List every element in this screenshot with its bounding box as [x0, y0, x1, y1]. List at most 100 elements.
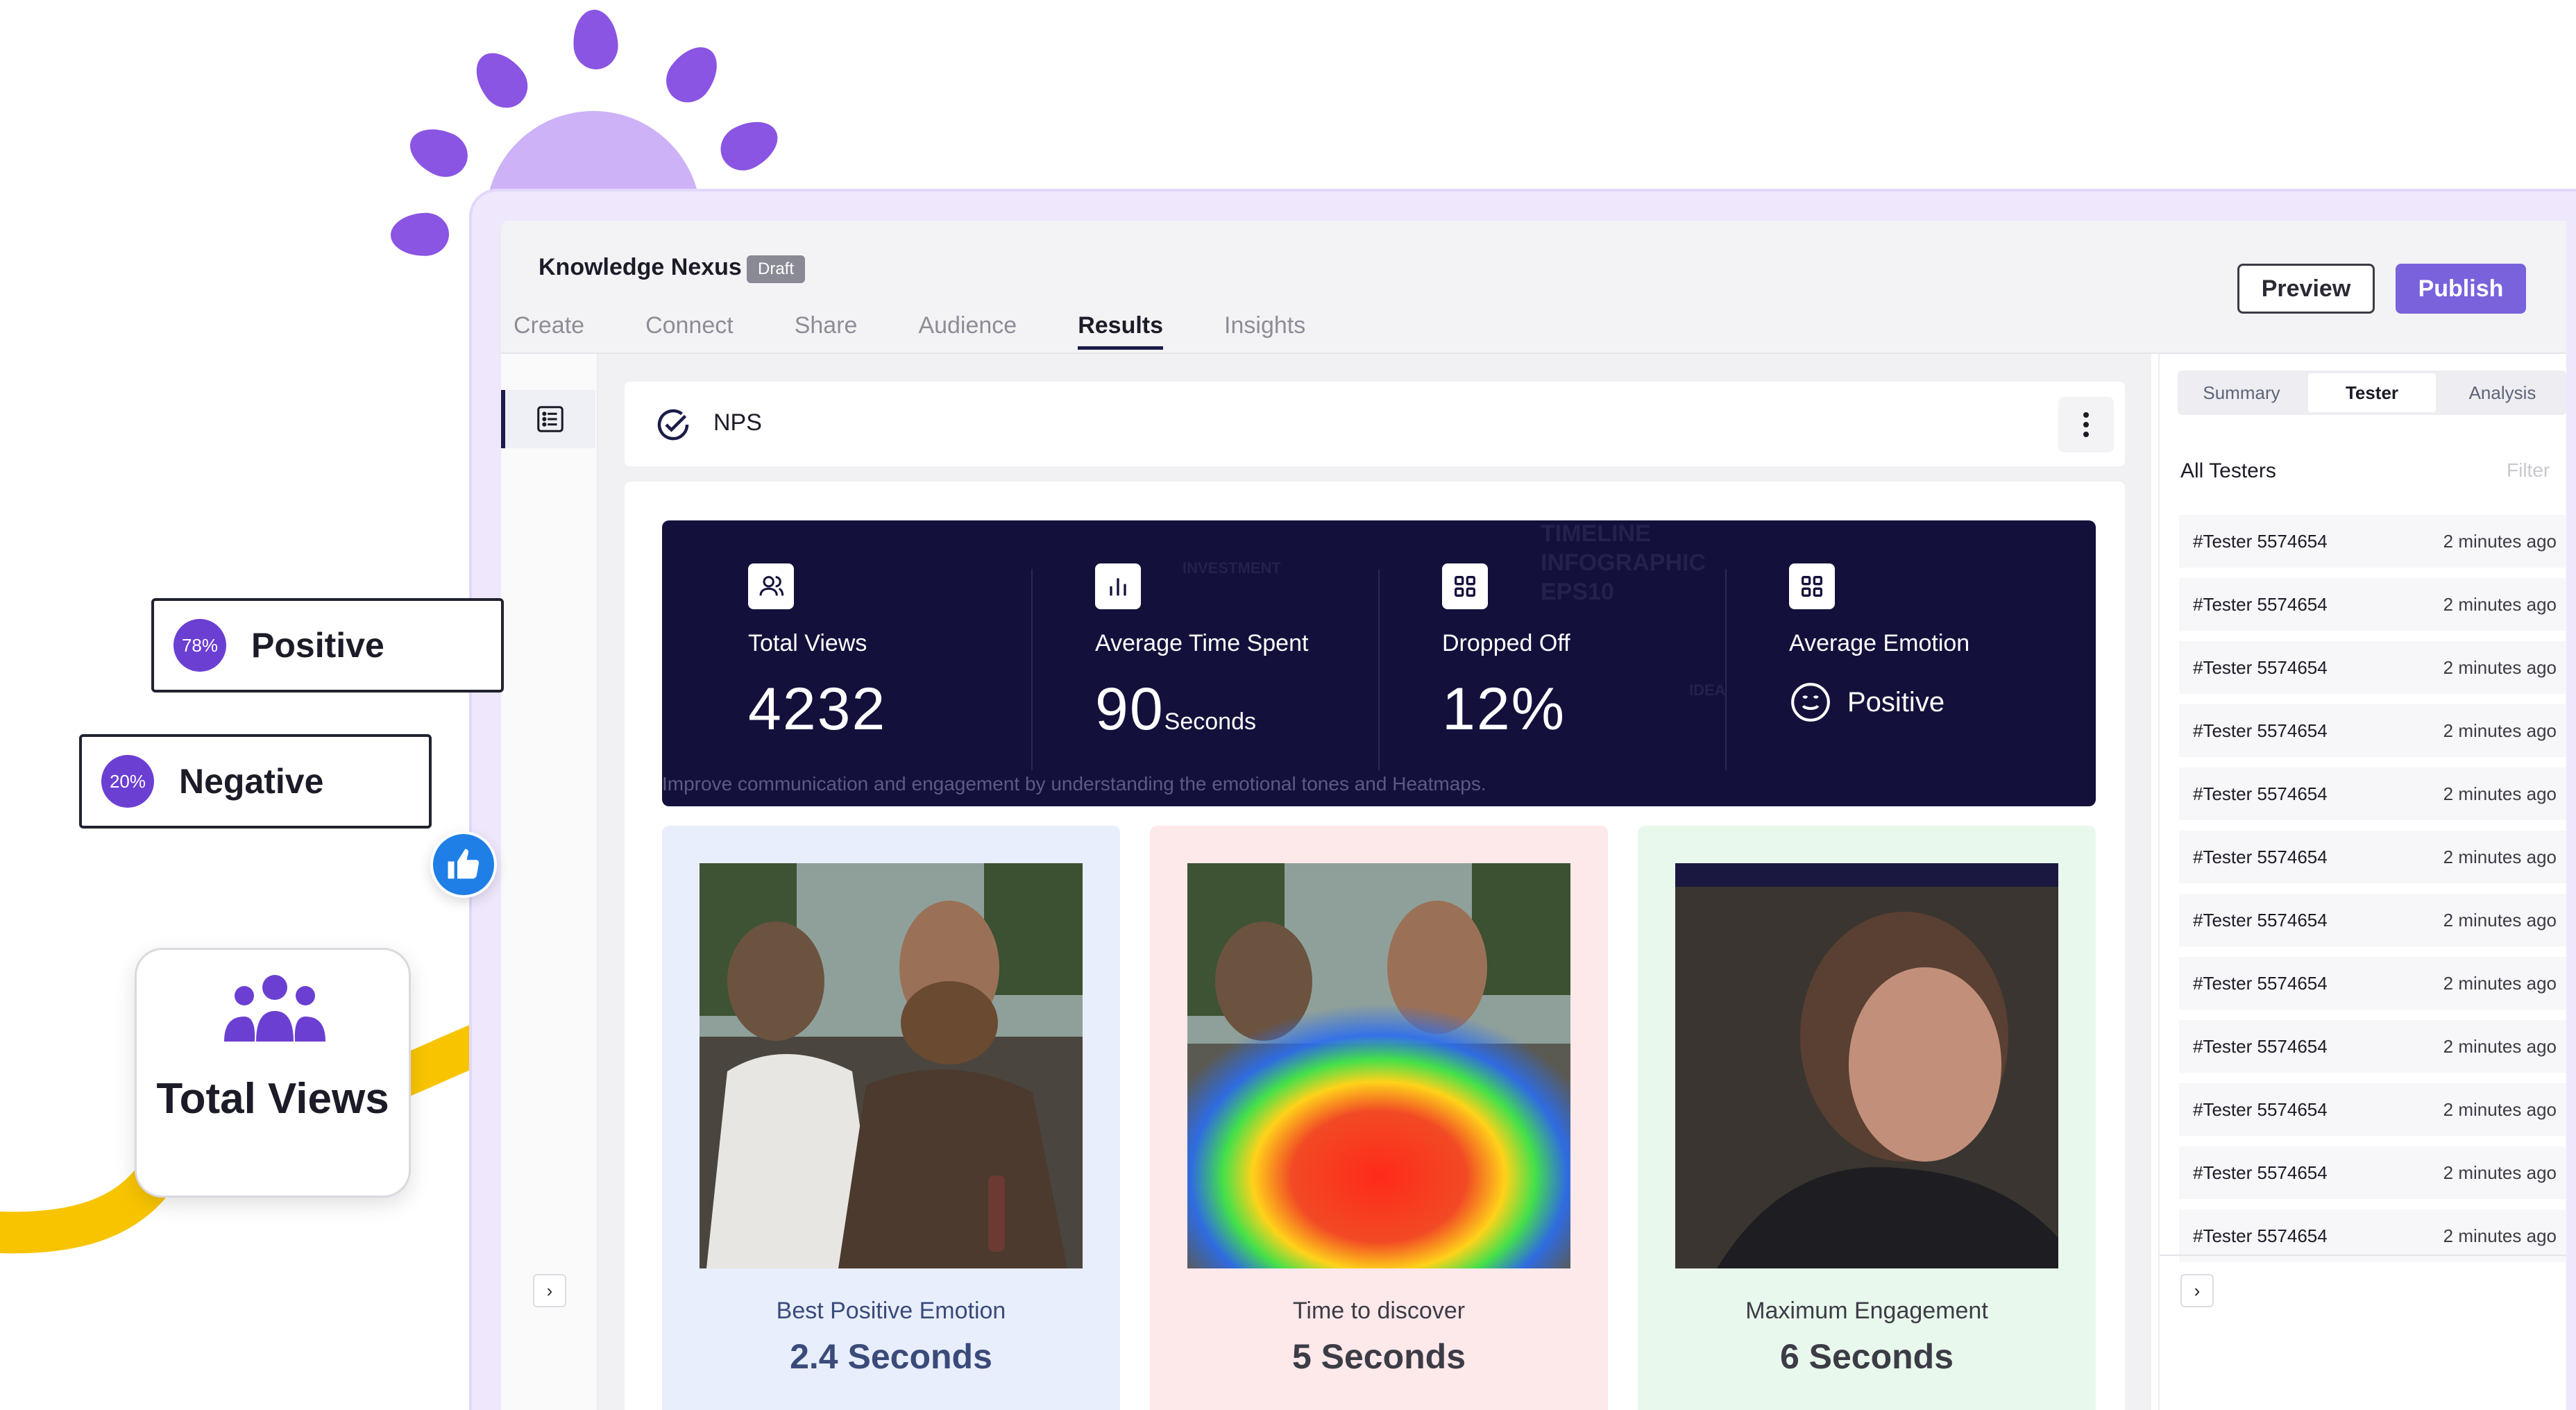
tester-time: 2 minutes ago — [2443, 846, 2557, 867]
tester-row[interactable]: #Tester 5574654 2 minutes ago — [2179, 578, 2566, 631]
stat-total-views: Total Views 4232 — [748, 563, 886, 744]
tester-time: 2 minutes ago — [2443, 1225, 2557, 1246]
bar-chart-icon — [1095, 563, 1141, 609]
tab-results[interactable]: Results — [1078, 312, 1164, 350]
tester-name: #Tester 5574654 — [2193, 1162, 2328, 1183]
grid-icon — [1789, 563, 1835, 609]
tester-time: 2 minutes ago — [2443, 909, 2557, 931]
list-view-button[interactable] — [501, 390, 595, 448]
thumbs-up-icon — [430, 831, 497, 898]
stat-value-group: 90Seconds — [1095, 675, 1308, 744]
tester-row[interactable]: #Tester 5574654 2 minutes ago — [2179, 515, 2566, 568]
stat-average-emotion: Average Emotion Positive — [1789, 563, 1969, 724]
stat-dropped-off: Dropped Off 12% — [1442, 563, 1570, 744]
tab-connect[interactable]: Connect — [645, 312, 734, 350]
right-panel: Summary Tester Analysis All Testers Filt… — [2158, 354, 2566, 1410]
divider — [1725, 569, 1727, 770]
sentiment-label: Negative — [179, 762, 324, 801]
tester-row[interactable]: #Tester 5574654 2 minutes ago — [2179, 641, 2566, 694]
percent-badge: 78% — [173, 619, 226, 672]
tester-row[interactable]: #Tester 5574654 2 minutes ago — [2179, 767, 2566, 820]
tab-insights[interactable]: Insights — [1224, 312, 1305, 350]
emotion-value-group: Positive — [1789, 681, 1969, 724]
bg-word: IDEA — [1689, 681, 1726, 699]
divider — [1031, 569, 1033, 770]
section-header: NPS — [625, 382, 2125, 466]
tab-audience[interactable]: Audience — [918, 312, 1017, 350]
tester-time: 2 minutes ago — [2443, 720, 2557, 741]
more-options-button[interactable] — [2058, 397, 2114, 452]
filter-button[interactable]: Filter — [2507, 459, 2550, 482]
stat-unit: Seconds — [1164, 708, 1256, 735]
stat-average-time: Average Time Spent 90Seconds — [1095, 563, 1308, 744]
sentiment-label: Positive — [251, 626, 384, 665]
kebab-icon-dot — [2083, 422, 2089, 427]
kebab-icon-dot — [2083, 432, 2089, 437]
publish-button[interactable]: Publish — [2396, 264, 2526, 314]
smile-icon — [1791, 683, 1830, 722]
tester-name: #Tester 5574654 — [2193, 530, 2328, 552]
preview-button[interactable]: Preview — [2237, 264, 2375, 314]
tester-time: 2 minutes ago — [2443, 783, 2557, 804]
tab-analysis[interactable]: Analysis — [2439, 371, 2566, 415]
tester-name: #Tester 5574654 — [2193, 720, 2328, 741]
tab-share[interactable]: Share — [795, 312, 858, 350]
card-time-to-discover[interactable]: Time to discover 5 Seconds — [1150, 826, 1608, 1410]
stats-footnote: Improve communication and engagement by … — [662, 773, 1486, 795]
testers-heading: All Testers — [2180, 459, 2276, 482]
petal-decoration — [713, 111, 786, 179]
divider — [2160, 1255, 2566, 1256]
tester-name: #Tester 5574654 — [2193, 972, 2328, 994]
tester-name: #Tester 5574654 — [2193, 1098, 2328, 1120]
tester-name: #Tester 5574654 — [2193, 1225, 2328, 1246]
kebab-icon-dot — [2083, 412, 2089, 418]
tester-row[interactable]: #Tester 5574654 2 minutes ago — [2179, 831, 2566, 883]
next-page-button[interactable]: › — [2180, 1274, 2214, 1307]
tester-row[interactable]: #Tester 5574654 2 minutes ago — [2179, 1083, 2566, 1136]
tester-row[interactable]: #Tester 5574654 2 minutes ago — [2179, 957, 2566, 1010]
total-views-card: Total Views — [135, 948, 411, 1198]
divider — [1378, 569, 1380, 770]
check-circle-icon — [657, 409, 689, 441]
card-best-positive-emotion[interactable]: Best Positive Emotion 2.4 Seconds — [662, 826, 1120, 1410]
stats-banner: INVESTMENT TIMELINE INFOGRAPHIC EPS10 ID… — [662, 520, 2096, 806]
main-content: NPS INVESTMENT TIMELINE INFOGRAPHIC EPS1… — [598, 354, 2151, 1410]
tester-row[interactable]: #Tester 5574654 2 minutes ago — [2179, 1146, 2566, 1199]
total-views-title: Total Views — [156, 1075, 389, 1123]
app-window: Knowledge Nexus Draft Create Connect Sha… — [501, 221, 2566, 1410]
list-icon — [537, 406, 564, 432]
chevron-right-icon: › — [546, 1280, 553, 1301]
chevron-right-icon: › — [2194, 1280, 2201, 1301]
petal-decoration — [402, 119, 475, 185]
stat-value: 12% — [1442, 676, 1566, 742]
stat-label: Total Views — [748, 630, 867, 656]
tester-row[interactable]: #Tester 5574654 2 minutes ago — [2179, 704, 2566, 757]
tab-tester[interactable]: Tester — [2308, 373, 2436, 412]
group-users-icon — [224, 975, 325, 1042]
card-maximum-engagement[interactable]: Maximum Engagement 6 Seconds — [1638, 826, 2096, 1410]
heatmap-thumbnail[interactable] — [1187, 863, 1570, 1268]
tester-time: 2 minutes ago — [2443, 1162, 2557, 1183]
grid-icon — [1442, 563, 1488, 609]
stage: { "header": { "project_title": "Knowledg… — [0, 0, 2576, 1410]
tester-row[interactable]: #Tester 5574654 2 minutes ago — [2179, 894, 2566, 946]
tester-row[interactable]: #Tester 5574654 2 minutes ago — [2179, 1020, 2566, 1073]
video-thumbnail[interactable] — [700, 863, 1083, 1268]
negative-sentiment-chip: 20% Negative — [79, 734, 432, 829]
tester-time: 2 minutes ago — [2443, 530, 2557, 552]
view-segmented-control: Summary Tester Analysis — [2178, 371, 2566, 415]
tester-name: #Tester 5574654 — [2193, 909, 2328, 931]
card-caption: Maximum Engagement — [1745, 1298, 1988, 1324]
card-value: 5 Seconds — [1291, 1337, 1466, 1376]
petal-decoration — [571, 8, 620, 71]
tester-time: 2 minutes ago — [2443, 1035, 2557, 1057]
petal-decoration — [656, 37, 729, 112]
expand-rail-button[interactable]: › — [533, 1274, 566, 1307]
tab-summary[interactable]: Summary — [2178, 371, 2305, 415]
video-thumbnail[interactable] — [1675, 863, 2058, 1268]
tester-time: 2 minutes ago — [2443, 1098, 2557, 1120]
tab-create[interactable]: Create — [514, 312, 584, 350]
card-caption: Best Positive Emotion — [776, 1298, 1006, 1324]
tester-time: 2 minutes ago — [2443, 656, 2557, 678]
users-icon — [748, 563, 794, 609]
